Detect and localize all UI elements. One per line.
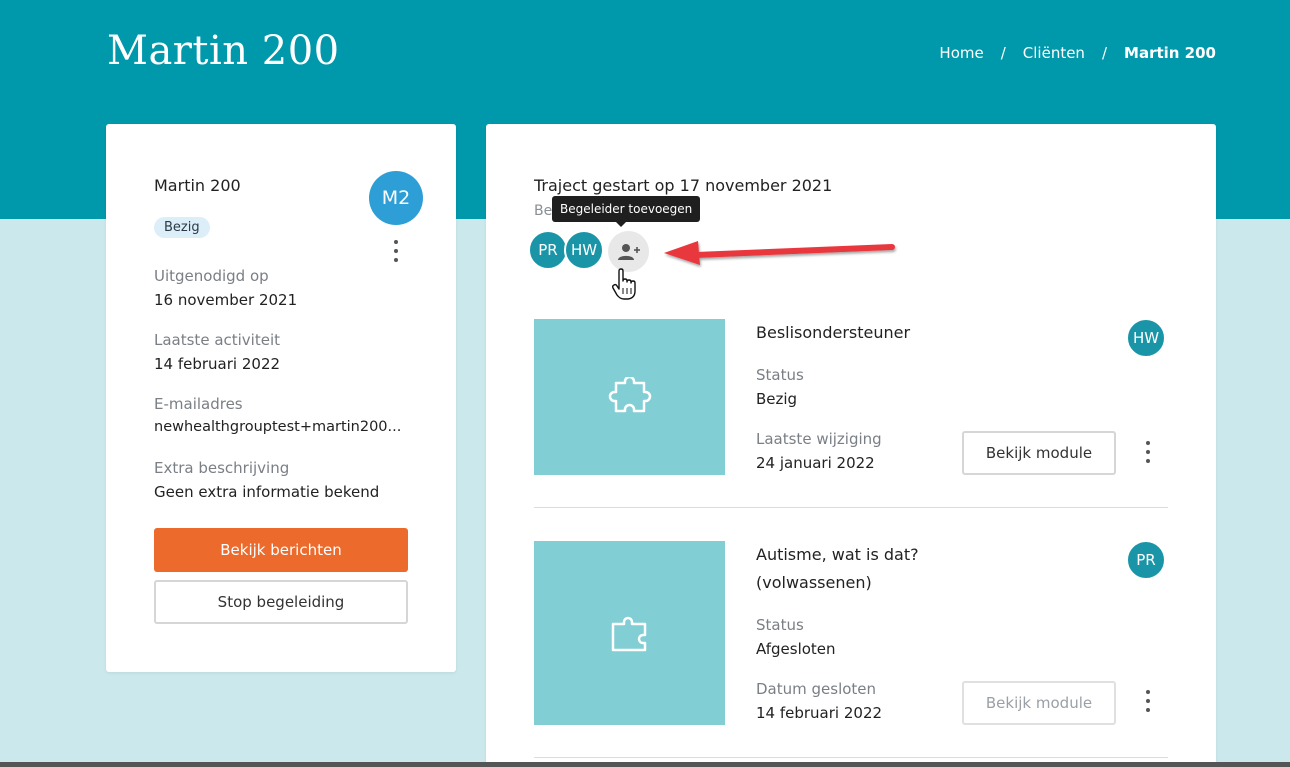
module-title: Beslisondersteuner (756, 323, 911, 342)
status-badge: Bezig (154, 217, 210, 238)
module-assignee-avatar: PR (1126, 540, 1166, 580)
module-status-value: Afgesloten (756, 640, 836, 658)
module-title: Autisme, wat is dat? (volwassenen) (756, 541, 919, 597)
invited-value: 16 november 2021 (154, 291, 298, 309)
view-module-button-disabled[interactable]: Bekijk module (962, 681, 1116, 725)
module-thumbnail[interactable] (534, 541, 725, 725)
counselor-avatar-hw[interactable]: HW (564, 230, 604, 270)
module-status-label: Status (756, 616, 804, 634)
traject-title: Traject gestart op 17 november 2021 (534, 176, 833, 195)
module-title-line1: Autisme, wat is dat? (756, 545, 919, 564)
stop-guidance-button[interactable]: Stop begeleiding (154, 580, 408, 624)
module-status-label: Status (756, 366, 804, 384)
extra-description-value: Geen extra informatie bekend (154, 483, 380, 501)
breadcrumb-current: Martin 200 (1124, 44, 1216, 62)
last-activity-value: 14 februari 2022 (154, 355, 281, 373)
bottom-strip (0, 762, 1290, 767)
breadcrumb-separator: / (1101, 44, 1108, 62)
person-add-icon (617, 243, 640, 260)
module-divider (534, 507, 1168, 508)
add-counselor-tooltip: Begeleider toevoegen (552, 196, 701, 227)
breadcrumb: Home / Cliënten / Martin 200 (939, 44, 1216, 62)
module-thumbnail[interactable] (534, 319, 725, 475)
module-divider (534, 757, 1168, 758)
last-activity-label: Laatste activiteit (154, 331, 281, 349)
invited-label: Uitgenodigd op (154, 267, 269, 285)
breadcrumb-home[interactable]: Home (939, 44, 983, 62)
view-module-button[interactable]: Bekijk module (962, 431, 1116, 475)
add-counselor-button[interactable] (608, 231, 649, 272)
module-date-value: 14 februari 2022 (756, 704, 883, 722)
client-name: Martin 200 (154, 176, 241, 195)
view-messages-button[interactable]: Bekijk berichten (154, 528, 408, 572)
counselor-avatar-pr[interactable]: PR (528, 230, 568, 270)
annotation-arrow-icon (664, 241, 895, 265)
email-value: newhealthgrouptest+martin200... (154, 419, 402, 435)
puzzle-outline-icon (608, 377, 651, 413)
client-avatar: M2 (369, 171, 423, 225)
module-assignee-avatar: HW (1126, 318, 1166, 358)
module-title-line2: (volwassenen) (756, 573, 872, 592)
breadcrumb-clients[interactable]: Cliënten (1023, 44, 1085, 62)
module-date-label: Laatste wijziging (756, 430, 882, 448)
counselors-label: Be (534, 203, 553, 219)
email-label: E-mailadres (154, 395, 243, 413)
module-menu-icon[interactable] (1145, 441, 1151, 463)
puzzle-piece-icon (611, 616, 646, 652)
traject-card: Traject gestart op 17 november 2021 Be B… (486, 124, 1216, 767)
module-menu-icon[interactable] (1145, 690, 1151, 712)
breadcrumb-separator: / (1000, 44, 1006, 62)
extra-description-label: Extra beschrijving (154, 459, 290, 477)
module-status-value: Bezig (756, 390, 798, 408)
module-date-label: Datum gesloten (756, 680, 877, 698)
page-title: Martin 200 (107, 28, 340, 74)
client-menu-icon[interactable] (393, 240, 399, 262)
hand-cursor-icon (611, 268, 636, 300)
module-date-value: 24 januari 2022 (756, 454, 875, 472)
client-card: Martin 200 M2 Bezig Uitgenodigd op 16 no… (106, 124, 456, 672)
